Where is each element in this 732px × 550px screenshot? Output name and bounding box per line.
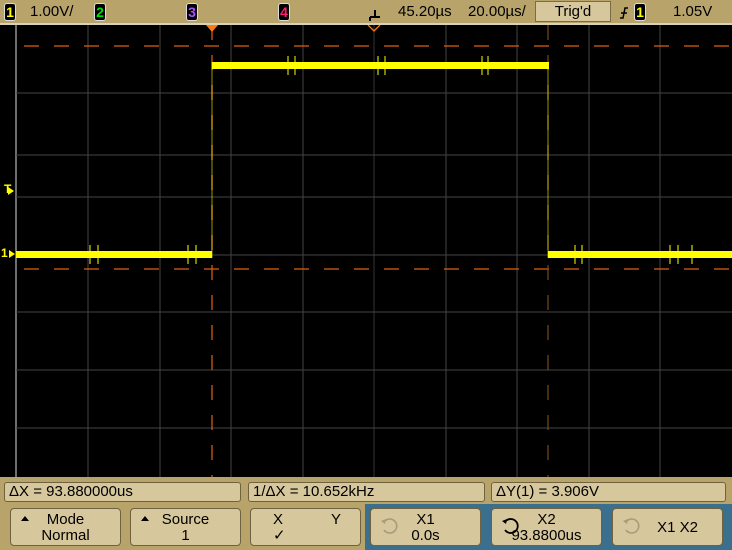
rising-edge-icon [620, 7, 628, 19]
mode-softkey[interactable]: Mode Normal [10, 508, 121, 546]
x1-softkey[interactable]: X1 0.0s [370, 508, 481, 546]
graticule [8, 24, 732, 477]
waveform-low-right [548, 251, 732, 258]
x1-value: 0.0s [411, 527, 440, 544]
delta-x-readout: ΔX = 93.880000us [4, 482, 241, 502]
trigger-level-marker: T [4, 182, 12, 196]
source-value: 1 [181, 527, 190, 544]
source-label: Source [161, 511, 210, 528]
x1x2-softkey[interactable]: X1 X2 [612, 508, 723, 546]
x-option: X [273, 511, 284, 528]
trigger-source-indicator: 1 [634, 3, 646, 21]
inv-delta-x-readout: 1/ΔX = 10.652kHz [248, 482, 485, 502]
channel-1-indicator[interactable]: 1 [4, 3, 16, 21]
channel-4-indicator[interactable]: 4 [278, 3, 290, 21]
checkmark-icon: ✓ [273, 527, 286, 544]
x1-cursor-marker [206, 25, 218, 32]
x2-label: X2 [537, 511, 556, 528]
x2-value: 93.8800us [511, 527, 582, 544]
status-bar: 1 1.00V/ 2 3 4 45.20µs 20.00µs/ Trig'd 1… [0, 0, 732, 25]
time-delay: 45.20µs [398, 3, 452, 20]
y-option: Y [331, 511, 342, 528]
trigger-level: 1.05V [673, 3, 713, 20]
x1-label: X1 [416, 511, 435, 528]
x1x2-label: X1 X2 [657, 519, 698, 536]
mode-label: Mode [46, 511, 85, 528]
trigger-status: Trig'd [535, 1, 611, 22]
delta-y-readout: ΔY(1) = 3.906V [491, 482, 726, 502]
waveform-low-left [16, 251, 212, 258]
ground-arrow [9, 250, 15, 258]
trigger-delay-icon [369, 10, 380, 21]
channel-3-indicator[interactable]: 3 [186, 3, 198, 21]
xy-softkey[interactable]: X Y ✓ [250, 508, 361, 546]
ch1-ground-marker[interactable]: 1 [1, 246, 8, 260]
source-softkey[interactable]: Source 1 [130, 508, 241, 546]
x2-softkey[interactable]: X2 93.8800us [491, 508, 602, 546]
channel-2-indicator[interactable]: 2 [94, 3, 106, 21]
time-scale: 20.00µs/ [468, 3, 526, 20]
waveform-high [212, 62, 549, 69]
mode-value: Normal [41, 527, 90, 544]
waveform-display[interactable]: T 1 [0, 24, 732, 477]
ch1-scale: 1.00V/ [30, 3, 74, 20]
